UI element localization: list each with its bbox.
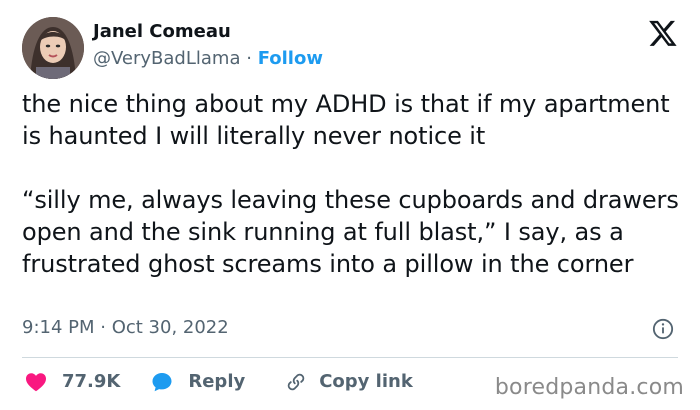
reply-button[interactable]: Reply	[150, 370, 245, 394]
info-icon[interactable]	[652, 318, 674, 340]
watermark: boredpanda.com	[494, 375, 684, 400]
avatar-image	[22, 17, 84, 79]
reply-label: Reply	[188, 371, 246, 392]
tweet-timestamp[interactable]: 9:14 PM · Oct 30, 2022	[22, 316, 229, 340]
author-handle[interactable]: @VeryBadLlama	[93, 48, 240, 69]
author-name[interactable]: Janel Comeau	[93, 21, 231, 43]
action-bar: 77.9K Reply Copy link	[24, 370, 413, 394]
copy-link-label: Copy link	[319, 371, 413, 392]
handle-separator: ·	[246, 48, 252, 69]
like-button[interactable]: 77.9K	[24, 370, 120, 394]
follow-button[interactable]: Follow	[258, 48, 323, 69]
avatar[interactable]	[22, 17, 84, 79]
like-count: 77.9K	[62, 371, 121, 392]
x-logo-icon[interactable]	[648, 18, 678, 48]
link-icon	[288, 373, 305, 391]
tweet-text: the nice thing about my ADHD is that if …	[22, 90, 679, 278]
copy-link-button[interactable]: Copy link	[285, 370, 413, 394]
heart-icon	[26, 373, 46, 392]
divider	[22, 357, 678, 358]
speech-bubble-icon	[152, 373, 172, 392]
author-handle-row: @VeryBadLlama · Follow	[93, 48, 323, 70]
